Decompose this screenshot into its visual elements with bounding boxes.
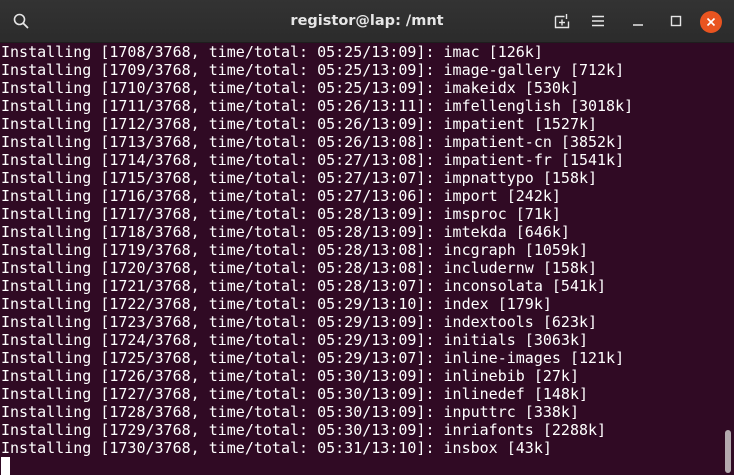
terminal-line: Installing [1714/3768, time/total: 05:27… [1, 151, 625, 169]
terminal-line: Installing [1710/3768, time/total: 05:25… [1, 79, 579, 97]
terminal-line: Installing [1721/3768, time/total: 05:28… [1, 277, 607, 295]
maximize-icon [670, 15, 682, 27]
terminal-line: Installing [1717/3768, time/total: 05:28… [1, 205, 561, 223]
terminal-line: Installing [1723/3768, time/total: 05:29… [1, 313, 598, 331]
terminal-output[interactable]: Installing [1708/3768, time/total: 05:25… [0, 43, 722, 475]
minimize-button[interactable] [626, 9, 650, 33]
terminal-line: Installing [1709/3768, time/total: 05:25… [1, 61, 625, 79]
title-bar[interactable]: registor@lap: /mnt [0, 0, 734, 43]
scrollbar[interactable] [722, 43, 734, 475]
terminal-line: Installing [1711/3768, time/total: 05:26… [1, 97, 634, 115]
terminal-line: Installing [1730/3768, time/total: 05:31… [1, 439, 552, 457]
hamburger-menu-icon [592, 15, 604, 27]
search-icon [13, 13, 29, 29]
terminal-line: Installing [1727/3768, time/total: 05:30… [1, 385, 588, 403]
terminal-line: Installing [1720/3768, time/total: 05:28… [1, 259, 598, 277]
terminal-line: Installing [1716/3768, time/total: 05:27… [1, 187, 561, 205]
terminal-line: Installing [1726/3768, time/total: 05:30… [1, 367, 579, 385]
close-icon [706, 17, 716, 27]
minimize-icon [633, 24, 643, 26]
terminal-line: Installing [1708/3768, time/total: 05:25… [1, 43, 543, 61]
terminal-line: Installing [1728/3768, time/total: 05:30… [1, 403, 579, 421]
scrollbar-thumb[interactable] [725, 430, 731, 473]
terminal-line: Installing [1724/3768, time/total: 05:29… [1, 331, 588, 349]
terminal-line: Installing [1713/3768, time/total: 05:26… [1, 133, 625, 151]
terminal-line: Installing [1718/3768, time/total: 05:28… [1, 223, 570, 241]
terminal-cursor [1, 457, 10, 475]
maximize-button[interactable] [664, 9, 688, 33]
terminal-line: Installing [1719/3768, time/total: 05:28… [1, 241, 588, 259]
close-button[interactable] [700, 11, 722, 33]
search-button[interactable] [9, 9, 33, 33]
terminal-window: registor@lap: /mnt Installing [1708/3768… [0, 0, 734, 475]
new-tab-icon [554, 14, 570, 29]
window-title: registor@lap: /mnt [290, 13, 444, 29]
terminal-line: Installing [1712/3768, time/total: 05:26… [1, 115, 598, 133]
terminal-line: Installing [1729/3768, time/total: 05:30… [1, 421, 607, 439]
terminal-line: Installing [1722/3768, time/total: 05:29… [1, 295, 552, 313]
terminal-line: Installing [1715/3768, time/total: 05:27… [1, 169, 598, 187]
menu-button[interactable] [586, 9, 610, 33]
new-tab-button[interactable] [550, 9, 574, 33]
terminal-line: Installing [1725/3768, time/total: 05:29… [1, 349, 625, 367]
